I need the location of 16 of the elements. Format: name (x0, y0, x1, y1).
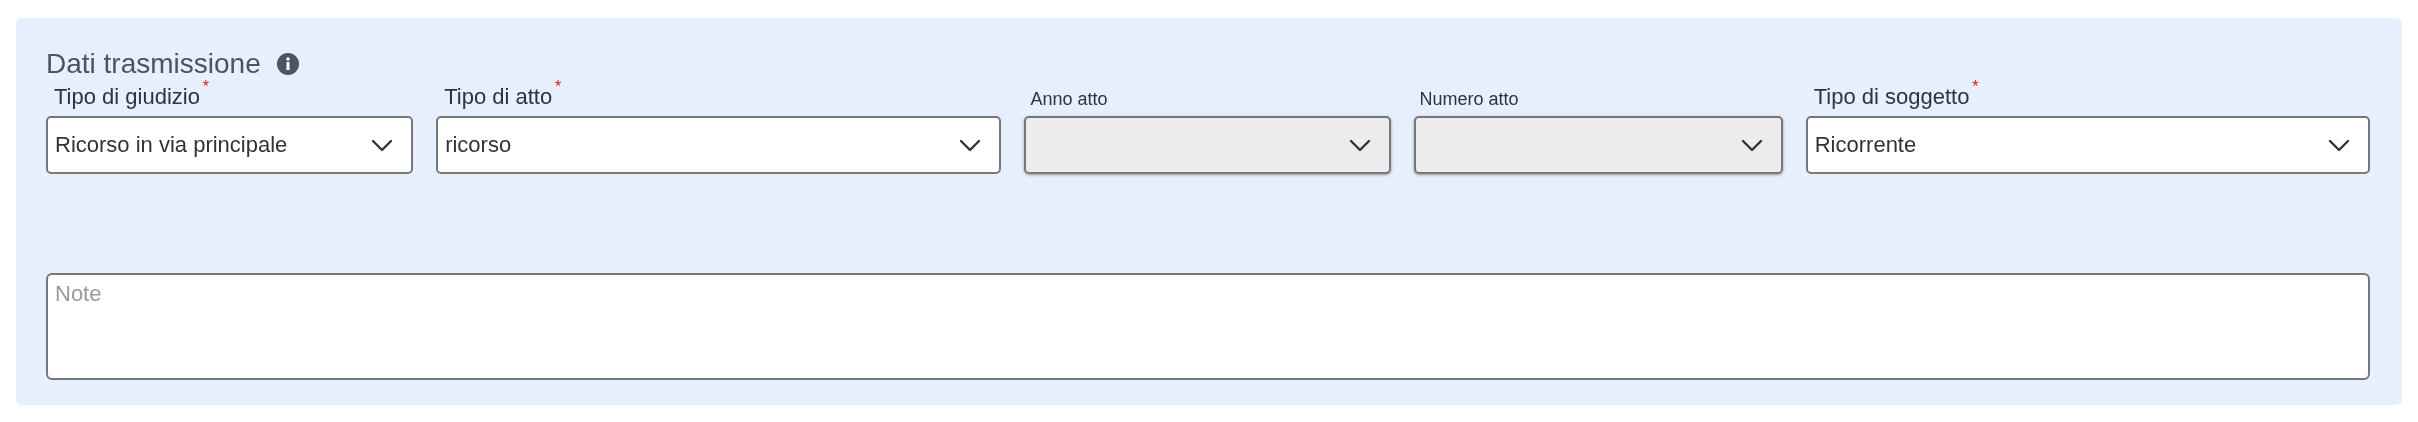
select-field[interactable]: Ricorso in via principale (46, 116, 414, 174)
section-title: Dati trasmissione (46, 48, 261, 80)
field-label: Numero atto (1419, 89, 1519, 110)
select-field[interactable]: Ricorrente (1805, 116, 2370, 174)
chevron-down-icon (959, 138, 982, 152)
select-field[interactable]: ricorso (436, 116, 1002, 174)
chevron-down-icon (1348, 138, 1371, 152)
required-mark: * (1972, 78, 1979, 96)
info-icon[interactable] (276, 53, 299, 75)
note-field[interactable]: Note (46, 273, 2370, 380)
field-label: Anno atto (1030, 89, 1108, 110)
required-mark: * (202, 78, 209, 96)
chevron-down-icon (2328, 138, 2350, 152)
chevron-down-icon (1740, 138, 1763, 152)
required-mark: * (554, 78, 562, 96)
chevron-down-icon (371, 138, 394, 152)
